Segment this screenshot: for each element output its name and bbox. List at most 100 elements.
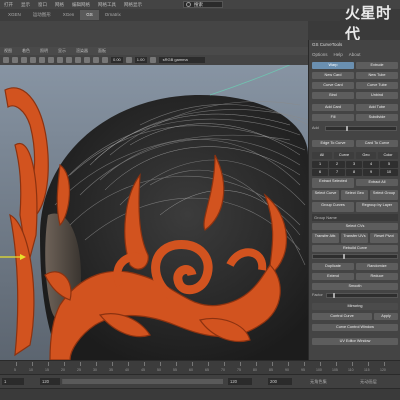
panel-menu-item[interactable]: Help bbox=[334, 52, 343, 57]
menu-item[interactable]: 网格工具 bbox=[98, 2, 116, 8]
layer-tab-all[interactable]: All bbox=[312, 152, 332, 159]
card-to-curve-button[interactable]: Card To Curve bbox=[356, 140, 398, 147]
warp-mode-tab[interactable]: Warp bbox=[312, 62, 354, 69]
regroup-by-layer-button[interactable]: Regroup by Layer bbox=[356, 202, 398, 212]
layer-slot[interactable]: 1 bbox=[312, 161, 328, 168]
shelf-tab[interactable]: XGEN bbox=[2, 10, 27, 20]
select-curve-button[interactable]: Select Curve bbox=[312, 190, 339, 200]
reduce-button[interactable]: Reduce bbox=[356, 273, 398, 280]
rebuild-curve-button[interactable]: Rebuild Curve bbox=[312, 245, 398, 252]
anim-layer-select[interactable]: 无动画层 bbox=[360, 379, 377, 385]
smooth-button[interactable]: Smooth bbox=[312, 283, 398, 290]
layer-slot[interactable]: 5 bbox=[380, 161, 398, 168]
add-card-button[interactable]: Add Card bbox=[312, 104, 354, 111]
group-curves-button[interactable]: Group Curves bbox=[312, 202, 354, 212]
add-tube-button[interactable]: Add Tube bbox=[356, 104, 398, 111]
exposure-icon[interactable] bbox=[102, 57, 108, 63]
viewport-menu[interactable]: 着色 bbox=[22, 48, 30, 54]
search-input[interactable]: 搜索 bbox=[183, 1, 223, 8]
resolution-icon[interactable] bbox=[84, 57, 90, 63]
panel-menu-item[interactable]: Options bbox=[312, 52, 328, 57]
extract-all-button[interactable]: Extract All bbox=[356, 179, 398, 186]
factor-slider[interactable] bbox=[326, 293, 398, 298]
randomize-button[interactable]: Randomize bbox=[356, 263, 398, 270]
extract-selected-button[interactable]: Extract Selected bbox=[312, 178, 354, 188]
command-line[interactable] bbox=[0, 388, 400, 400]
panel-menu-item[interactable]: About bbox=[349, 52, 361, 57]
layer-slot[interactable]: 2 bbox=[329, 161, 345, 168]
menu-item[interactable]: 编辑网格 bbox=[72, 2, 90, 8]
menu-item[interactable]: 显示 bbox=[21, 2, 30, 8]
xray-icon[interactable] bbox=[75, 57, 81, 63]
layer-slot[interactable]: 3 bbox=[346, 161, 362, 168]
exposure-value[interactable]: 0.00 bbox=[111, 57, 123, 63]
select-cvs-button[interactable]: Select CVs bbox=[312, 223, 398, 230]
layer-slot[interactable]: 6 bbox=[312, 169, 328, 176]
shelf-tab-active[interactable]: GS bbox=[80, 10, 99, 20]
viewport-menu[interactable]: 照明 bbox=[40, 48, 48, 54]
fill-button[interactable]: Fill bbox=[312, 114, 354, 121]
transfer-uvs-button[interactable]: Transfer UVs bbox=[341, 233, 368, 243]
extend-button[interactable]: Extend bbox=[312, 273, 354, 280]
menu-item[interactable]: 打开 bbox=[4, 2, 13, 8]
shaded-icon[interactable] bbox=[30, 57, 36, 63]
reset-pivot-button[interactable]: Reset Pivot bbox=[370, 233, 398, 243]
control-curve-button[interactable]: Control Curve bbox=[312, 313, 372, 320]
edge-to-curve-button[interactable]: Edge To Curve bbox=[312, 140, 354, 147]
curve-tube-button[interactable]: Curve Tube bbox=[356, 82, 398, 89]
playback-end-field[interactable]: 120 bbox=[228, 378, 252, 385]
shelf-tab[interactable]: 运动图形 bbox=[27, 10, 57, 20]
range-slider[interactable] bbox=[62, 379, 223, 384]
layer-slot[interactable]: 9 bbox=[363, 169, 379, 176]
viewport-menu[interactable]: 显示 bbox=[58, 48, 66, 54]
color-management-icon[interactable] bbox=[149, 57, 156, 63]
gate-icon[interactable] bbox=[93, 57, 99, 63]
shelf-tab[interactable]: XGen bbox=[57, 10, 81, 20]
menu-item[interactable]: 窗口 bbox=[38, 2, 47, 8]
slider-knob[interactable] bbox=[333, 293, 335, 298]
animation-end-field[interactable]: 200 bbox=[268, 378, 292, 385]
slider-knob[interactable] bbox=[346, 126, 348, 131]
isolate-icon[interactable] bbox=[66, 57, 72, 63]
subdivide-button[interactable]: Subdivide bbox=[356, 114, 398, 121]
playback-start-field[interactable]: 120 bbox=[40, 378, 60, 385]
new-card-button[interactable]: New Card bbox=[312, 72, 354, 79]
select-geo-button[interactable]: Select Geo bbox=[341, 190, 368, 200]
gamma-value[interactable]: 1.00 bbox=[134, 57, 147, 63]
new-tube-button[interactable]: New Tube bbox=[356, 72, 398, 79]
layer-tab-geo[interactable]: Geo bbox=[356, 152, 376, 159]
shelf-tab[interactable]: Ornatrix bbox=[99, 10, 127, 20]
layer-slot[interactable]: 7 bbox=[329, 169, 345, 176]
bind-button[interactable]: Bind bbox=[312, 92, 354, 99]
texture-icon[interactable] bbox=[39, 57, 45, 63]
layer-slot[interactable]: 8 bbox=[346, 169, 362, 176]
shadow-icon[interactable] bbox=[57, 57, 63, 63]
menu-item[interactable]: 网格 bbox=[55, 2, 64, 8]
apply-button[interactable]: Apply bbox=[374, 313, 398, 320]
menu-item[interactable]: 网格显示 bbox=[124, 2, 142, 8]
group-name-field[interactable]: Group Name bbox=[312, 214, 398, 221]
viewport-menu[interactable]: 面板 bbox=[98, 48, 106, 54]
viewport-menu[interactable]: 视图 bbox=[4, 48, 12, 54]
unbind-button[interactable]: Unbind bbox=[356, 92, 398, 99]
camera-icon[interactable] bbox=[3, 57, 9, 63]
light-icon[interactable] bbox=[48, 57, 54, 63]
layer-slot[interactable]: 4 bbox=[363, 161, 379, 168]
duplicate-button[interactable]: Duplicate bbox=[312, 263, 354, 270]
layer-tab-curve[interactable]: Curve bbox=[334, 152, 354, 159]
curve-card-button[interactable]: Curve Card bbox=[312, 82, 354, 89]
grid-icon[interactable] bbox=[12, 57, 18, 63]
start-frame-field[interactable]: 1 bbox=[2, 378, 24, 385]
mirroring-section[interactable]: Mirroring bbox=[312, 303, 398, 310]
color-space-select[interactable]: sRGB gamma bbox=[158, 57, 205, 63]
add-slider[interactable] bbox=[325, 126, 397, 131]
curve-control-window-button[interactable]: Curve Control Window bbox=[312, 324, 398, 331]
extrude-mode-tab[interactable]: Extrude bbox=[356, 62, 398, 69]
uv-editor-window-button[interactable]: UV Editor Window bbox=[312, 338, 398, 345]
select-group-button[interactable]: Select Group bbox=[370, 190, 398, 200]
slider-knob[interactable] bbox=[343, 254, 345, 259]
range-slider-handle[interactable] bbox=[63, 379, 223, 384]
gamma-icon[interactable] bbox=[125, 57, 132, 63]
rebuild-slider[interactable] bbox=[312, 254, 398, 259]
character-set-select[interactable]: 无角色集 bbox=[310, 379, 327, 385]
